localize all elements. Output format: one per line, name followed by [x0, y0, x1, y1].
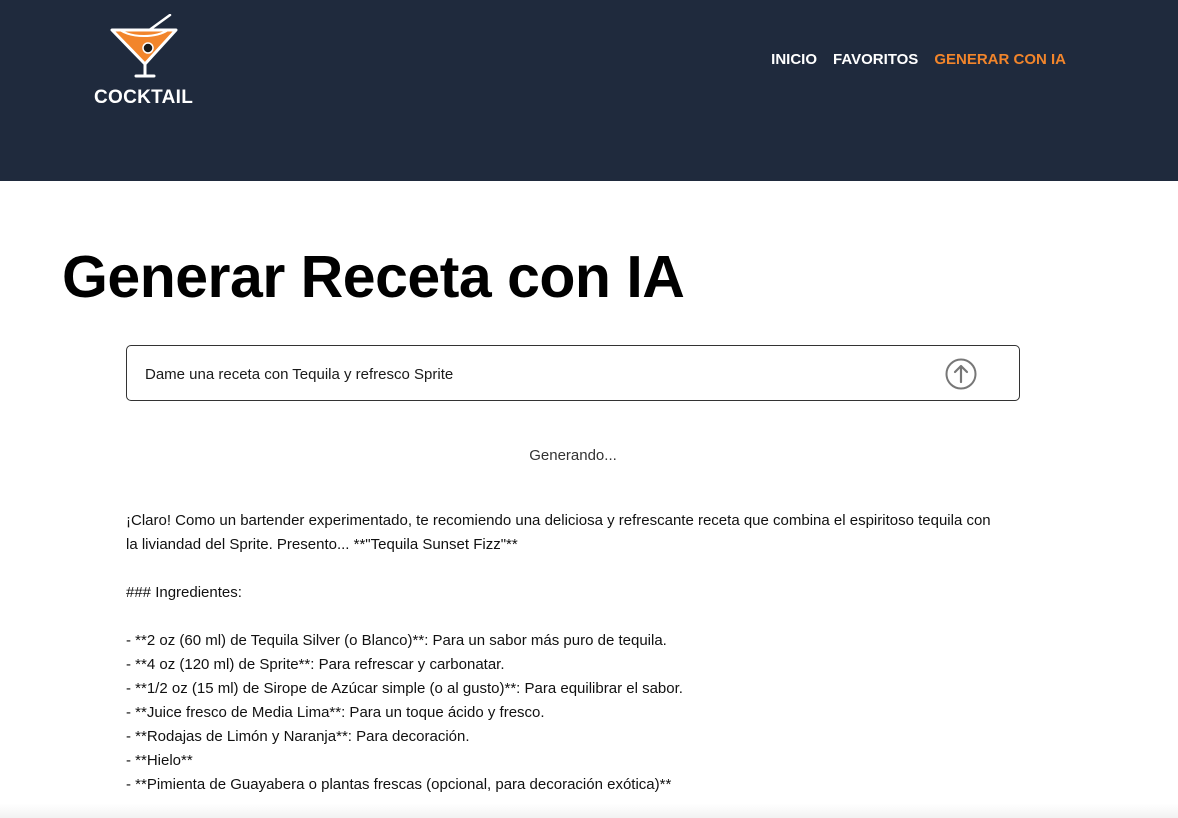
main-nav: INICIO FAVORITOS GENERAR CON IA [771, 51, 1066, 68]
ingredient-item: - **Pimienta de Guayabera o plantas fres… [126, 776, 672, 793]
nav-link-inicio[interactable]: INICIO [771, 51, 817, 68]
ingredient-item: - **Rodajas de Limón y Naranja**: Para d… [126, 728, 470, 745]
ingredient-item: - **2 oz (60 ml) de Tequila Silver (o Bl… [126, 632, 667, 649]
scroll-fade [0, 804, 1178, 818]
ingredient-item: - **1/2 oz (15 ml) de Sirope de Azúcar s… [126, 680, 683, 697]
recipe-response: ¡Claro! Como un bartender experimentado,… [126, 509, 996, 797]
nav-link-generar-con-ia[interactable]: GENERAR CON IA [934, 51, 1066, 68]
prompt-input[interactable] [143, 346, 927, 402]
logo[interactable]: COCKTAIL [90, 14, 202, 108]
arrow-up-circle-icon [945, 358, 977, 390]
response-heading: ### Ingredientes: [126, 584, 242, 601]
status-text: Generando... [529, 447, 617, 464]
page-title: Generar Receta con IA [62, 244, 685, 310]
ingredient-item: - **Juice fresco de Media Lima**: Para u… [126, 704, 545, 721]
send-button[interactable] [945, 358, 977, 390]
nav-link-favoritos[interactable]: FAVORITOS [833, 51, 918, 68]
ingredient-item: - **4 oz (120 ml) de Sprite**: Para refr… [126, 656, 505, 673]
logo-text: COCKTAIL [94, 87, 194, 108]
site-header: COCKTAIL INICIO FAVORITOS GENERAR CON IA [0, 0, 1178, 181]
ingredient-item: - **Hielo** [126, 752, 193, 769]
prompt-form [126, 345, 1020, 402]
response-intro: ¡Claro! Como un bartender experimentado,… [126, 512, 991, 553]
cocktail-glass-icon [110, 14, 178, 78]
